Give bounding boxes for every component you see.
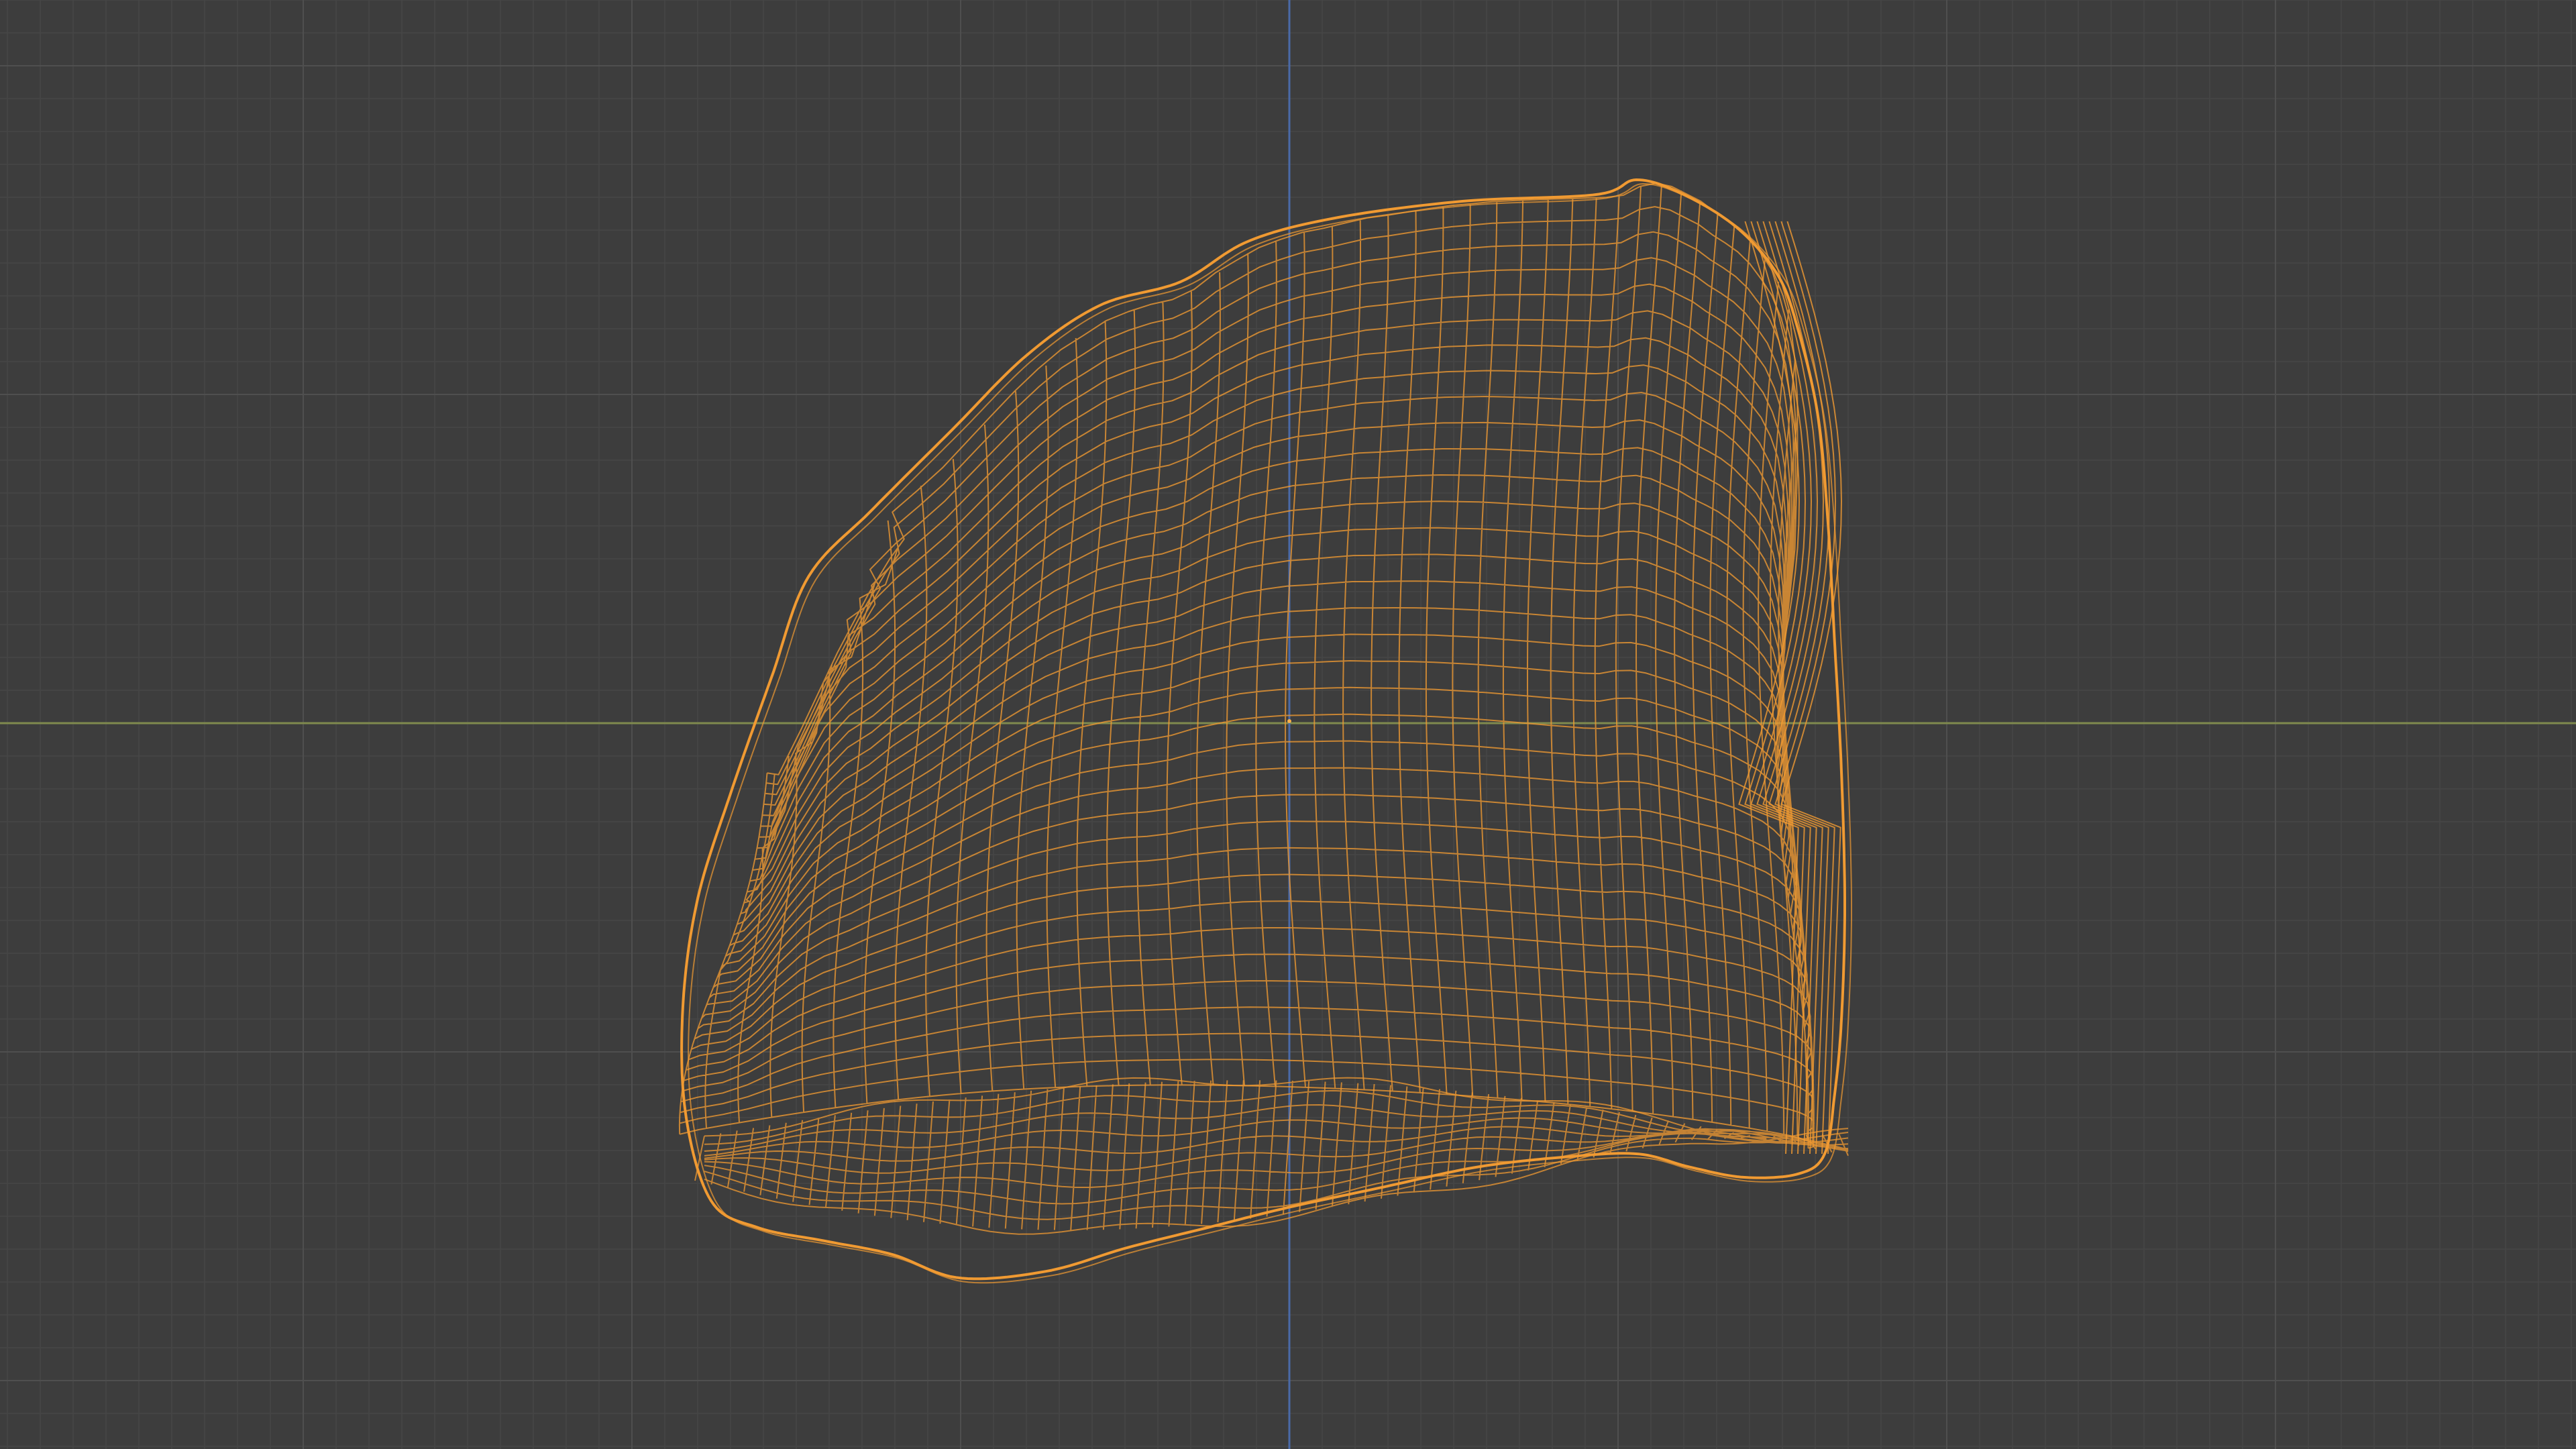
mesh-face-edges <box>678 182 1815 1149</box>
grid-major-lines <box>0 0 2576 1449</box>
3d-viewport[interactable] <box>0 0 2576 1449</box>
grid-minor-lines <box>0 0 2576 1449</box>
object-origin-dot[interactable] <box>1287 719 1291 723</box>
floor-grid <box>0 0 2576 1449</box>
viewport-canvas[interactable] <box>0 0 2576 1449</box>
